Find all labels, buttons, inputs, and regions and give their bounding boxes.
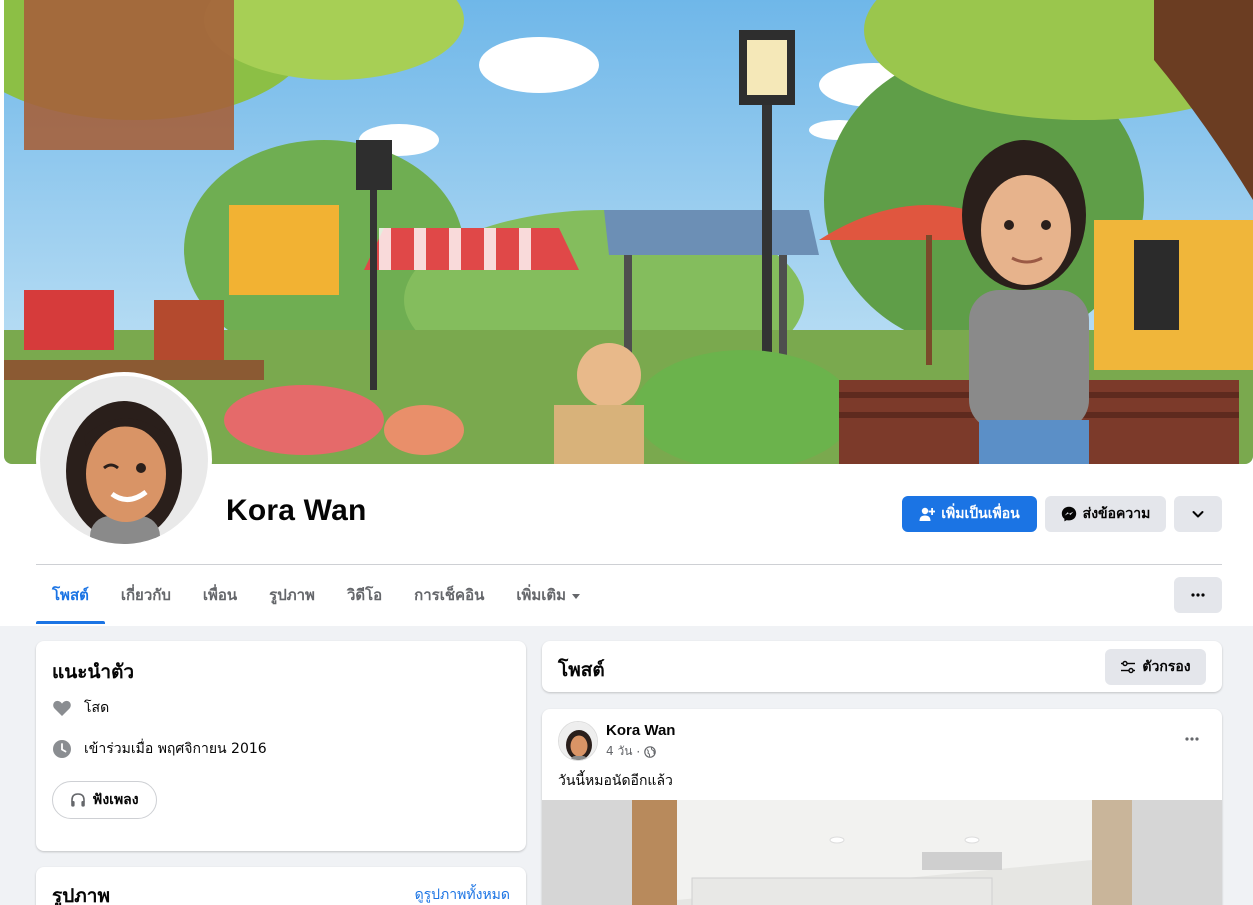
profile-more-button[interactable] [1174, 496, 1222, 532]
message-label: ส่งข้อความ [1082, 506, 1151, 522]
add-friend-icon [919, 507, 936, 521]
globe-icon[interactable] [644, 745, 657, 758]
heart-icon [53, 700, 71, 716]
posts-title: โพสต์ [558, 659, 605, 681]
filter-button[interactable]: ตัวกรอง [1105, 649, 1206, 685]
listen-music-button[interactable]: ฟังเพลง [52, 781, 157, 819]
caret-down-icon [572, 593, 581, 599]
post-author-name[interactable]: Kora Wan [606, 722, 675, 739]
meta-separator: · [636, 744, 641, 759]
joined-row: เข้าร่วมเมื่อ พฤศจิกายน 2016 [52, 738, 267, 760]
post-photo[interactable] [542, 800, 1222, 905]
intro-title: แนะนำตัว [52, 661, 135, 683]
posts-header-card: โพสต์ ตัวกรอง [542, 641, 1222, 692]
photos-card: รูปภาพ ดูรูปภาพทั้งหมด [36, 867, 526, 905]
avatar-illustration [40, 376, 208, 544]
tab-more[interactable]: เพิ่มเติม [500, 566, 596, 624]
tab-more-label: เพิ่มเติม [516, 586, 567, 604]
post-time[interactable]: 4 วัน [606, 742, 632, 761]
intro-card: แนะนำตัว โสด เข้าร่วมเมื่อ พฤศจิกายน 201… [36, 641, 526, 851]
tab-posts[interactable]: โพสต์ [36, 566, 105, 624]
add-friend-label: เพิ่มเป็นเพื่อน [941, 506, 1020, 522]
profile-name: Kora Wan [226, 494, 367, 527]
header-divider [36, 564, 1222, 565]
clock-icon [53, 740, 71, 758]
add-friend-button[interactable]: เพิ่มเป็นเพื่อน [902, 496, 1037, 532]
relationship-status: โสด [84, 700, 110, 716]
headphones-icon [71, 793, 86, 807]
tab-friends-label: เพื่อน [202, 586, 238, 604]
messenger-icon [1061, 506, 1076, 522]
post-meta: 4 วัน · [606, 742, 657, 761]
cover-illustration [4, 0, 1253, 464]
joined-date: เข้าร่วมเมื่อ พฤศจิกายน 2016 [84, 741, 267, 757]
profile-header: Kora Wan เพิ่มเป็นเพื่อน ส่งข้อความ โพสต… [0, 0, 1253, 626]
relationship-row: โสด [52, 697, 109, 719]
tab-about-label: เกี่ยวกับ [120, 586, 171, 604]
chevron-down-icon [1192, 511, 1204, 518]
tab-about[interactable]: เกี่ยวกับ [105, 566, 187, 624]
post-photo-image [542, 800, 1222, 905]
filter-sliders-icon [1121, 660, 1136, 674]
see-all-photos-link[interactable]: ดูรูปภาพทั้งหมด [415, 884, 510, 905]
post-author-avatar[interactable] [558, 721, 598, 761]
tab-checkins-label: การเช็คอิน [414, 586, 485, 604]
filter-label: ตัวกรอง [1142, 659, 1191, 675]
more-dots-icon [1185, 737, 1199, 741]
tab-friends[interactable]: เพื่อน [187, 566, 253, 624]
tab-checkins[interactable]: การเช็คอิน [398, 566, 500, 624]
post-card: Kora Wan 4 วัน · วันนี้หมอนัดอีกแล้ว [542, 709, 1222, 905]
tab-videos[interactable]: วิดีโอ [331, 566, 398, 624]
post-text: วันนี้หมอนัดอีกแล้ว [558, 773, 673, 789]
more-dots-icon [1191, 593, 1205, 597]
cover-photo[interactable] [4, 0, 1253, 464]
tab-photos-label: รูปภาพ [269, 586, 315, 604]
tab-posts-label: โพสต์ [52, 586, 89, 604]
listen-music-label: ฟังเพลง [92, 792, 139, 808]
profile-tabs: โพสต์ เกี่ยวกับ เพื่อน รูปภาพ วิดีโอ การ… [36, 566, 596, 624]
avatar-thumbnail [559, 722, 597, 760]
tab-videos-label: วิดีโอ [346, 586, 383, 604]
post-options-button[interactable] [1178, 725, 1206, 753]
photos-title: รูปภาพ [52, 885, 110, 905]
tab-photos[interactable]: รูปภาพ [253, 566, 331, 624]
profile-avatar[interactable] [36, 372, 212, 548]
tabs-options-button[interactable] [1174, 577, 1222, 613]
message-button[interactable]: ส่งข้อความ [1045, 496, 1166, 532]
